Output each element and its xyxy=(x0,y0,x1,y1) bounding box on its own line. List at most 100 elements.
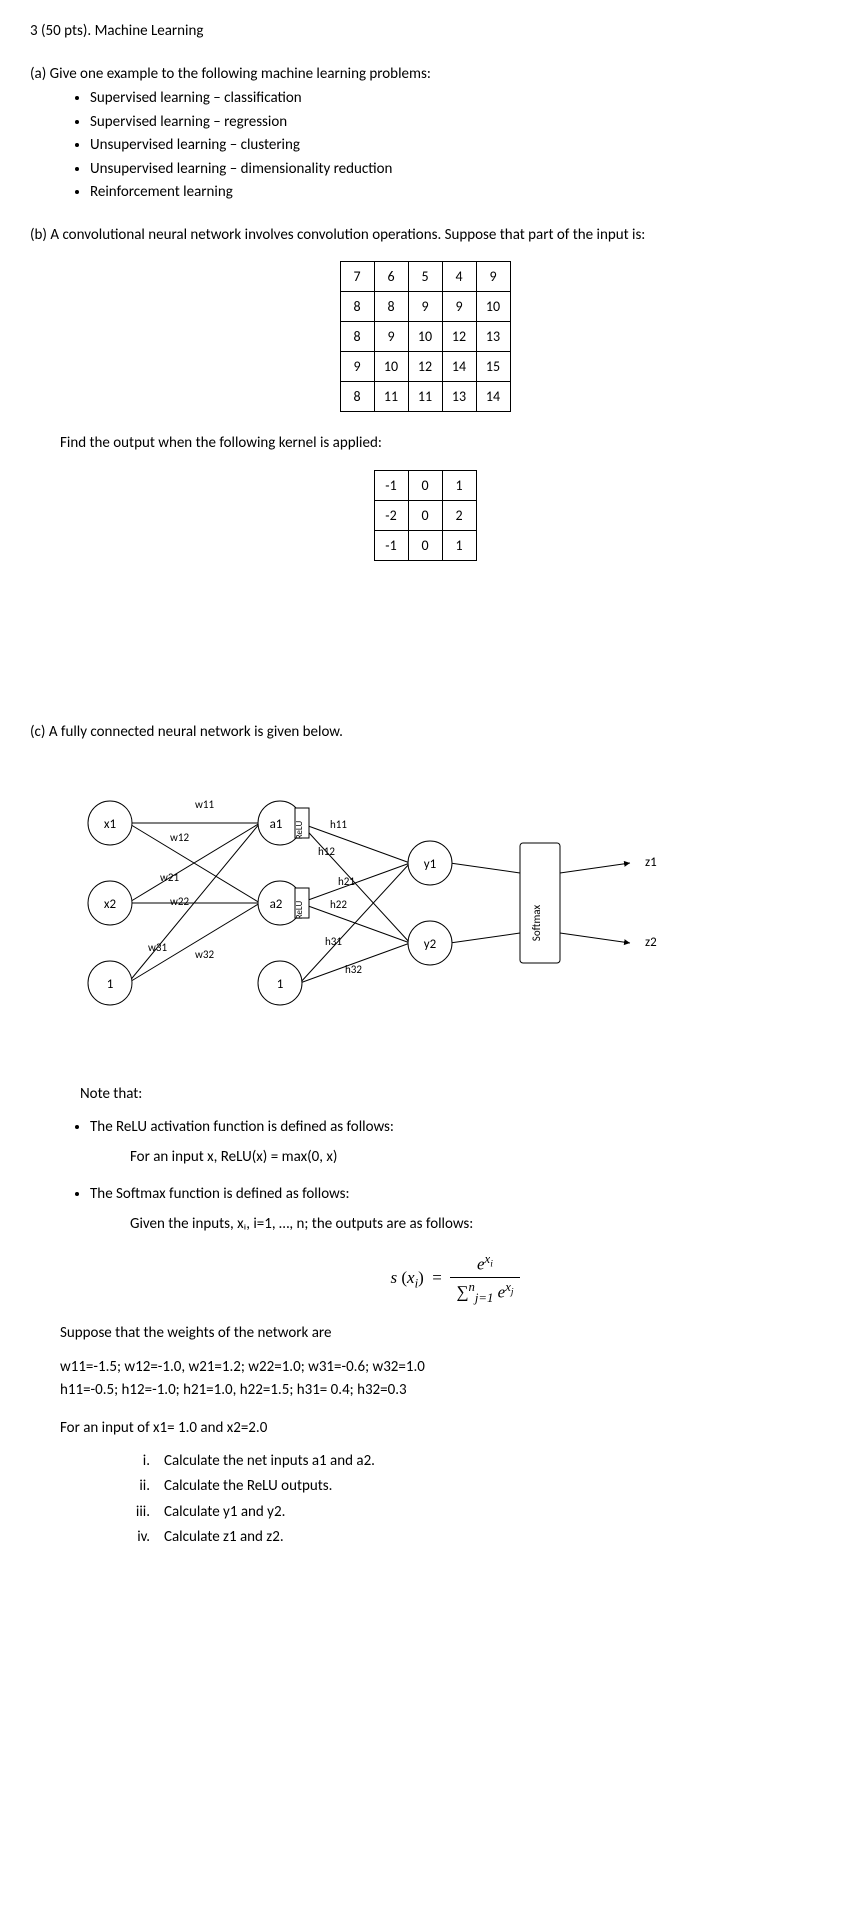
nn-z2: z2 xyxy=(645,935,657,950)
matrix-cell: 6 xyxy=(374,262,408,292)
matrix-cell: 8 xyxy=(374,292,408,322)
matrix-cell: -2 xyxy=(374,500,408,530)
note-relu-text: The ReLU activation function is defined … xyxy=(90,1118,394,1136)
nn-one: 1 xyxy=(107,977,114,992)
kernel-prompt: Find the output when the following kerne… xyxy=(60,432,820,455)
rn: iv. xyxy=(110,1526,150,1549)
matrix-cell: 9 xyxy=(374,322,408,352)
nn-diagram: x1 x2 1 a1 a2 1 ReLU ReLU y1 y2 Softmax … xyxy=(70,773,690,1053)
task-text: Calculate y1 and y2. xyxy=(164,1501,285,1524)
matrix-cell: 12 xyxy=(442,322,476,352)
nn-x2: x2 xyxy=(104,897,117,912)
lbl-h21: h21 xyxy=(338,875,355,888)
input-matrix: 7654988991089101213910121415811111314 xyxy=(340,261,511,412)
task-item: iii. Calculate y1 and y2. xyxy=(110,1501,820,1524)
matrix-cell: 14 xyxy=(476,382,510,412)
notes-list: The ReLU activation function is defined … xyxy=(90,1116,820,1308)
matrix-cell: 7 xyxy=(340,262,374,292)
matrix-cell: 13 xyxy=(476,322,510,352)
page-title: 3 (50 pts). Machine Learning xyxy=(30,20,820,43)
lbl-w12: w12 xyxy=(170,831,189,844)
lbl-w11: w11 xyxy=(195,798,214,811)
note-relu: The ReLU activation function is defined … xyxy=(90,1116,820,1169)
softmax-formula: s (xi) = exi ∑nj=1 exj xyxy=(90,1250,820,1308)
matrix-cell: -1 xyxy=(374,470,408,500)
part-b-prompt: (b) A convolutional neural network invol… xyxy=(60,224,820,247)
nn-a1: a1 xyxy=(270,817,283,832)
matrix-cell: 1 xyxy=(442,530,476,560)
matrix-cell: 14 xyxy=(442,352,476,382)
lbl-h12: h12 xyxy=(318,845,335,858)
lbl-h32: h32 xyxy=(345,963,362,976)
weights-line-2: h11=-0.5; h12=-1.0; h21=1.0, h22=1.5; h3… xyxy=(60,1379,820,1402)
lbl-h22: h22 xyxy=(330,898,347,911)
nn-one2: 1 xyxy=(277,977,284,992)
lbl-h11: h11 xyxy=(330,818,347,831)
matrix-cell: 10 xyxy=(408,322,442,352)
matrix-cell: 0 xyxy=(408,530,442,560)
weights-line-1: w11=-1.5; w12=-1.0, w21=1.2; w22=1.0; w3… xyxy=(60,1356,820,1379)
matrix-cell: 8 xyxy=(340,382,374,412)
note-softmax-text: The Softmax function is defined as follo… xyxy=(90,1185,350,1203)
matrix-cell: 9 xyxy=(476,262,510,292)
lbl-w31: w31 xyxy=(148,941,167,954)
lbl-w32: w32 xyxy=(195,948,214,961)
part-b: (b) A convolutional neural network invol… xyxy=(30,224,820,561)
task-text: Calculate the net inputs a1 and a2. xyxy=(164,1450,375,1473)
matrix-cell: 0 xyxy=(408,470,442,500)
list-item: Supervised learning – classification xyxy=(90,87,820,110)
nn-svg: x1 x2 1 a1 a2 1 ReLU ReLU y1 y2 Softmax … xyxy=(70,773,690,1053)
task-item: ii. Calculate the ReLU outputs. xyxy=(110,1475,820,1498)
matrix-cell: 8 xyxy=(340,292,374,322)
lbl-w22: w22 xyxy=(170,895,189,908)
part-a-prompt: (a) Give one example to the following ma… xyxy=(30,63,820,86)
nn-z1: z1 xyxy=(645,855,657,870)
matrix-cell: 10 xyxy=(374,352,408,382)
nn-y2: y2 xyxy=(424,937,437,952)
matrix-cell: 9 xyxy=(442,292,476,322)
nn-x1: x1 xyxy=(104,817,116,832)
spacer xyxy=(30,581,820,721)
rn: iii. xyxy=(110,1501,150,1524)
task-item: iv. Calculate z1 and z2. xyxy=(110,1526,820,1549)
matrix-cell: 12 xyxy=(408,352,442,382)
matrix-cell: 8 xyxy=(340,322,374,352)
note-that: Note that: xyxy=(80,1083,820,1106)
task-item: i. Calculate the net inputs a1 and a2. xyxy=(110,1450,820,1473)
suppose-line: Suppose that the weights of the network … xyxy=(60,1322,820,1345)
list-item: Reinforcement learning xyxy=(90,181,820,204)
nn-a2: a2 xyxy=(270,897,283,912)
matrix-cell: 15 xyxy=(476,352,510,382)
matrix-cell: 11 xyxy=(408,382,442,412)
task-text: Calculate z1 and z2. xyxy=(164,1526,284,1549)
matrix-cell: 9 xyxy=(340,352,374,382)
list-item: Unsupervised learning – clustering xyxy=(90,134,820,157)
matrix-cell: 9 xyxy=(408,292,442,322)
part-c-prompt: (c) A fully connected neural network is … xyxy=(30,721,820,744)
for-input-line: For an input of x1= 1.0 and x2=2.0 xyxy=(60,1417,820,1440)
matrix-cell: 1 xyxy=(442,470,476,500)
softmax-label: Softmax xyxy=(530,905,543,942)
nn-y1: y1 xyxy=(424,857,436,872)
rn: i. xyxy=(110,1450,150,1473)
matrix-cell: 4 xyxy=(442,262,476,292)
lbl-w21: w21 xyxy=(160,871,179,884)
list-item: Supervised learning – regression xyxy=(90,111,820,134)
matrix-cell: 5 xyxy=(408,262,442,292)
softmax-def: Given the inputs, xᵢ, i=1, …, n; the out… xyxy=(130,1213,820,1236)
list-item: Unsupervised learning – dimensionality r… xyxy=(90,158,820,181)
kernel-matrix: -101-202-101 xyxy=(374,470,477,561)
matrix-cell: 11 xyxy=(374,382,408,412)
matrix-cell: 0 xyxy=(408,500,442,530)
relu-label-2: ReLU xyxy=(294,900,305,919)
rn: ii. xyxy=(110,1475,150,1498)
part-a: (a) Give one example to the following ma… xyxy=(30,63,820,204)
note-softmax: The Softmax function is defined as follo… xyxy=(90,1183,820,1308)
relu-label-1: ReLU xyxy=(294,820,305,839)
matrix-cell: 13 xyxy=(442,382,476,412)
matrix-cell: 2 xyxy=(442,500,476,530)
relu-def: For an input x, ReLU(x) = max(0, x) xyxy=(130,1146,820,1169)
task-text: Calculate the ReLU outputs. xyxy=(164,1475,332,1498)
lbl-h31: h31 xyxy=(325,935,342,948)
part-c: (c) A fully connected neural network is … xyxy=(30,721,820,1549)
